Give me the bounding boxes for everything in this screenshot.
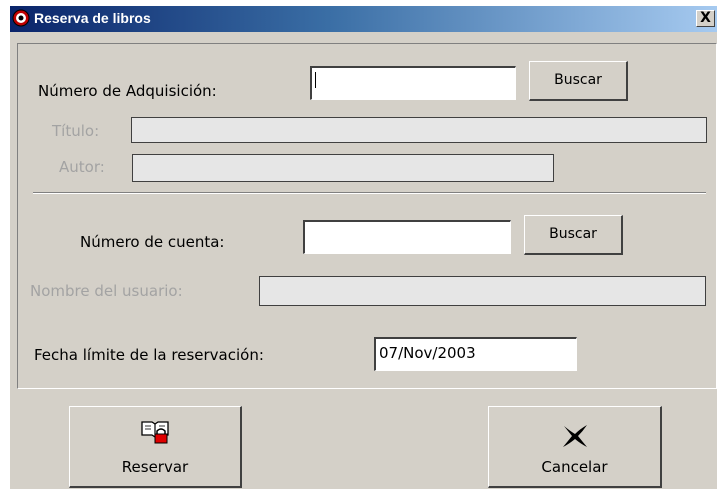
user-name-label: Nombre del usuario: <box>30 282 183 300</box>
app-icon <box>12 9 30 27</box>
account-number-label: Número de cuenta: <box>80 233 225 251</box>
reserve-label: Reservar <box>121 458 189 476</box>
cancel-label: Cancelar <box>541 458 608 476</box>
deadline-label: Fecha límite de la reservación: <box>34 346 264 364</box>
reserve-button[interactable]: Reservar <box>69 406 242 488</box>
deadline-input[interactable]: 07/Nov/2003 <box>374 337 577 371</box>
text-caret <box>315 72 316 88</box>
account-number-input[interactable] <box>303 220 511 254</box>
search-book-button[interactable]: Buscar <box>529 61 628 101</box>
x-icon <box>562 425 587 447</box>
search-user-button[interactable]: Buscar <box>524 215 623 255</box>
acquisition-number-label: Número de Adquisición: <box>38 82 217 100</box>
author-field[interactable] <box>132 154 554 182</box>
author-label: Autor: <box>59 158 105 176</box>
book-lock-icon <box>141 421 169 444</box>
title-bar[interactable]: Reserva de libros X <box>10 6 717 32</box>
cancel-button[interactable]: Cancelar <box>488 406 662 488</box>
acquisition-number-input[interactable] <box>310 66 516 100</box>
user-name-field[interactable] <box>259 276 706 306</box>
section-divider <box>33 192 706 194</box>
title-label: Título: <box>52 122 100 140</box>
reservation-dialog: Reserva de libros X Número de Adquisició… <box>10 6 717 489</box>
close-button[interactable]: X <box>696 10 715 27</box>
title-field[interactable] <box>131 117 707 143</box>
window-title: Reserva de libros <box>34 10 151 26</box>
